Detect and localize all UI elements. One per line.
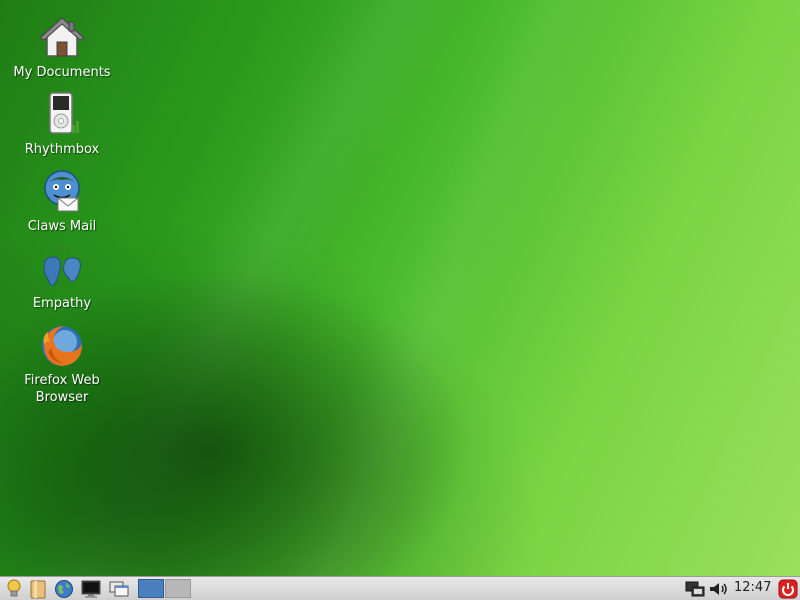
desktop-icon-label: Claws Mail [27,219,97,234]
desktop-icon-label: Empathy [32,296,92,311]
menu-bulb-icon [7,579,21,597]
terminal-icon [81,580,101,598]
workspace-2[interactable] [165,579,191,598]
taskbar: 12:47 [0,576,800,600]
chat-client-icon [43,246,81,286]
file-manager-launcher[interactable] [27,579,49,599]
mail-client-icon [44,170,80,212]
show-desktop-button[interactable] [108,579,130,599]
network-icon [685,581,705,597]
power-icon [778,579,798,599]
desktop-icon-label: Firefox Web Browser [24,373,100,405]
clock[interactable]: 12:47 [734,580,771,595]
network-tray-button[interactable] [684,579,706,599]
desktop-icon-claws-mail[interactable]: Claws Mail [8,168,116,235]
music-player-icon [49,92,79,134]
show-desktop-icon [109,581,129,597]
desktop-icon-my-documents[interactable]: My Documents [8,14,116,81]
web-browser-icon [55,580,73,598]
workspace-1[interactable] [138,579,164,598]
power-button[interactable] [777,579,799,599]
volume-icon [710,583,727,595]
volume-tray-button[interactable] [708,579,730,599]
home-folder-icon [39,16,85,57]
desktop-icon-label: Rhythmbox [24,142,100,157]
firefox-icon [42,326,82,366]
desktop-icon-empathy[interactable]: Empathy [8,245,116,312]
desktop-icon-firefox[interactable]: Firefox Web Browser [8,322,116,406]
desktop[interactable]: My Documents Rhythmbox Claws Mail Empath… [0,0,800,576]
terminal-launcher[interactable] [80,579,102,599]
desktop-icon-rhythmbox[interactable]: Rhythmbox [8,91,116,158]
menu-button[interactable] [3,579,25,599]
desktop-icon-label: My Documents [13,65,111,80]
web-browser-launcher[interactable] [53,579,75,599]
file-manager-icon [30,580,46,599]
